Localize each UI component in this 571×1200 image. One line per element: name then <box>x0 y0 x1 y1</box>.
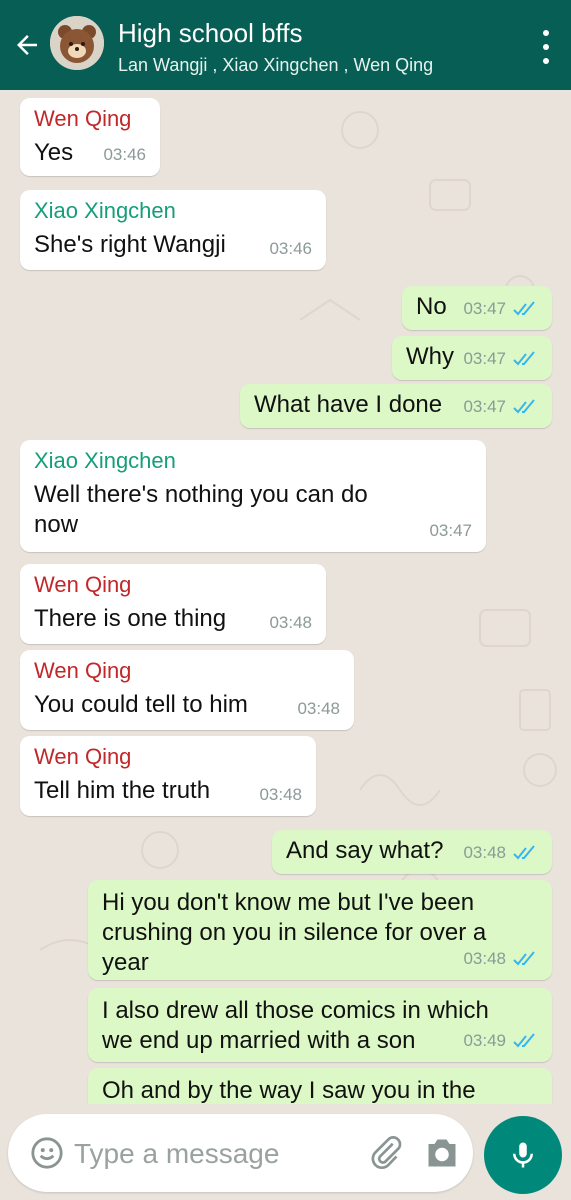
group-avatar[interactable] <box>50 16 104 70</box>
sender-name[interactable]: Wen Qing <box>34 658 340 684</box>
chat-participants[interactable]: Lan Wangji , Xiao Xingchen , Wen Qing <box>118 54 433 76</box>
emoji-icon[interactable] <box>30 1136 64 1170</box>
message-text: I also drew all those comics in which we… <box>102 997 489 1054</box>
message-text: Oh and by the way I saw you in the <box>102 1077 476 1104</box>
sender-name[interactable]: Wen Qing <box>34 572 312 598</box>
camera-icon[interactable] <box>424 1136 460 1170</box>
message-placeholder: Type a message <box>74 1138 280 1169</box>
more-vert-icon[interactable] <box>541 30 551 64</box>
double-check-icon <box>513 399 535 414</box>
sender-name[interactable]: Wen Qing <box>34 744 302 770</box>
message-input[interactable]: Type a message <box>8 1114 473 1192</box>
double-check-icon <box>513 1033 535 1048</box>
message-time: 03:47 <box>429 521 472 540</box>
message-time: 03:46 <box>269 239 312 258</box>
message-time: 03:48 <box>463 843 506 862</box>
mic-icon <box>513 1142 533 1168</box>
message-text: Hi you don't know me but I've been crush… <box>102 889 487 976</box>
message-time: 03:48 <box>463 949 506 968</box>
sender-name[interactable]: Xiao Xingchen <box>34 198 312 224</box>
double-check-icon <box>513 351 535 366</box>
message-list[interactable]: Wen Qing Yes 03:46 Xiao Xingchen She's r… <box>0 90 571 1104</box>
incoming-message[interactable]: Wen Qing You could tell to him 03:48 <box>20 650 354 730</box>
message-time: 03:48 <box>259 785 302 804</box>
message-time: 03:46 <box>103 145 146 164</box>
message-time: 03:48 <box>269 613 312 632</box>
mic-button[interactable] <box>484 1116 562 1194</box>
incoming-message[interactable]: Wen Qing Tell him the truth 03:48 <box>20 736 316 816</box>
message-time: 03:47 <box>463 299 506 318</box>
outgoing-message[interactable]: I also drew all those comics in which we… <box>88 988 552 1062</box>
outgoing-message[interactable]: What have I done 03:47 <box>240 384 552 428</box>
outgoing-message[interactable]: Hi you don't know me but I've been crush… <box>88 880 552 980</box>
outgoing-message[interactable]: And say what? 03:48 <box>272 830 552 874</box>
incoming-message[interactable]: Wen Qing There is one thing 03:48 <box>20 564 326 644</box>
sender-name[interactable]: Xiao Xingchen <box>34 448 472 474</box>
incoming-message[interactable]: Wen Qing Yes 03:46 <box>20 98 160 176</box>
outgoing-message[interactable]: Why 03:47 <box>392 336 552 380</box>
double-check-icon <box>513 845 535 860</box>
chat-header: High school bffs Lan Wangji , Xiao Xingc… <box>0 0 571 90</box>
sender-name[interactable]: Wen Qing <box>34 106 146 132</box>
message-time: 03:49 <box>463 1031 506 1050</box>
outgoing-message[interactable]: No 03:47 <box>402 286 552 330</box>
attach-icon[interactable] <box>368 1134 404 1170</box>
message-time: 03:47 <box>463 397 506 416</box>
incoming-message[interactable]: Xiao Xingchen She's right Wangji 03:46 <box>20 190 326 270</box>
chat-title[interactable]: High school bffs <box>118 18 303 48</box>
double-check-icon <box>513 951 535 966</box>
incoming-message[interactable]: Xiao Xingchen Well there's nothing you c… <box>20 440 486 552</box>
outgoing-message[interactable]: Oh and by the way I saw you in the <box>88 1068 552 1104</box>
double-check-icon <box>513 301 535 316</box>
compose-bar: Type a message <box>0 1104 571 1200</box>
message-text: You could tell to him <box>34 691 248 718</box>
message-time: 03:47 <box>463 349 506 368</box>
message-time: 03:48 <box>297 699 340 718</box>
back-arrow-icon[interactable] <box>10 28 44 62</box>
message-text: Well there's nothing you can do now <box>34 481 368 538</box>
